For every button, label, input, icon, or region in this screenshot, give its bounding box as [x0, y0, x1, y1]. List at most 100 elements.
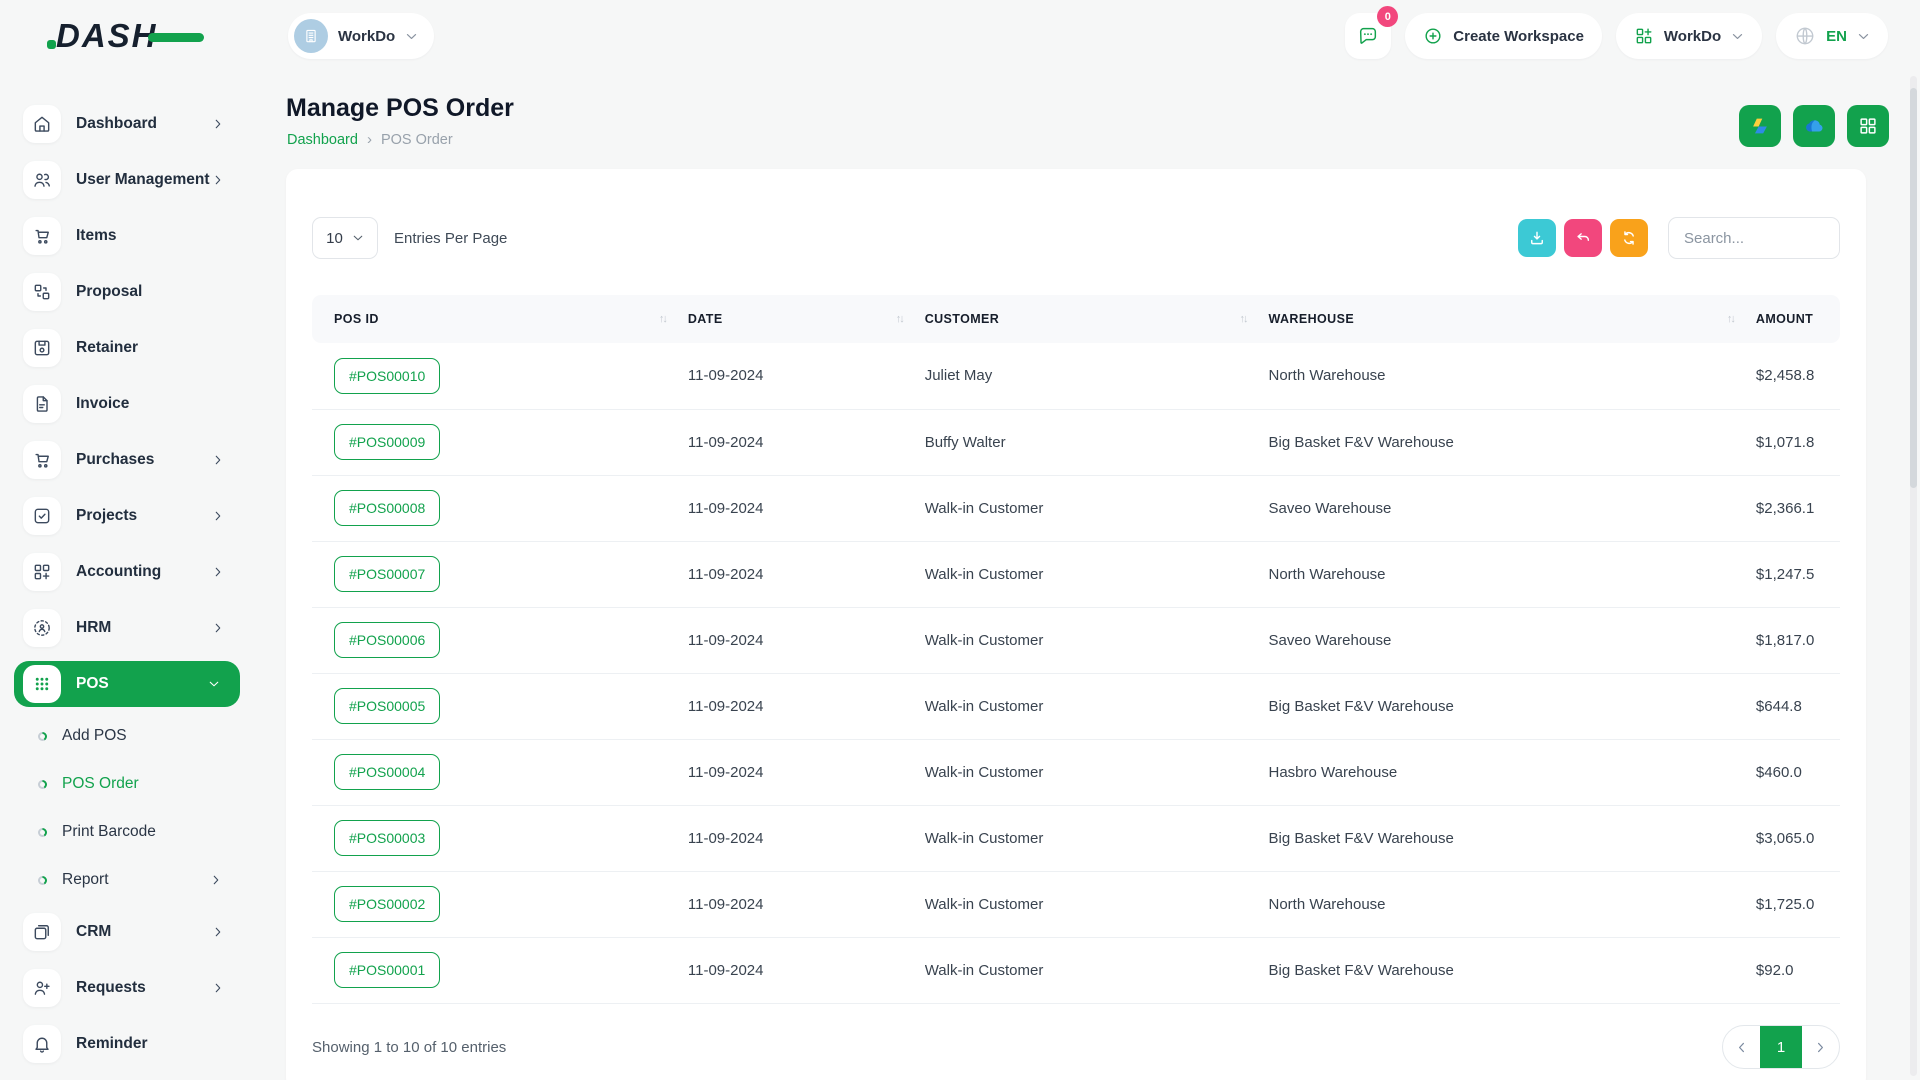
sidebar-item-invoice[interactable]: Invoice: [0, 376, 270, 432]
sidebar-item-purchases[interactable]: Purchases: [0, 432, 270, 488]
cell-warehouse: Big Basket F&V Warehouse: [1269, 805, 1756, 871]
table-row: #POS0000311-09-2024Walk-in CustomerBig B…: [312, 805, 1840, 871]
language-selector[interactable]: EN: [1776, 13, 1888, 59]
chevron-right-icon: [212, 622, 224, 634]
app-logo[interactable]: DASH: [56, 16, 226, 58]
cell-warehouse: North Warehouse: [1269, 343, 1756, 409]
sidebar-item-crm[interactable]: CRM: [0, 904, 270, 960]
chevron-right-icon: [212, 510, 224, 522]
chevron-down-icon: [208, 678, 220, 690]
sidebar-subitem-label: Add POS: [62, 727, 127, 745]
entries-control: 10 Entries Per Page: [312, 217, 507, 259]
logo-text: DASH: [56, 17, 158, 55]
create-workspace-button[interactable]: Create Workspace: [1405, 13, 1602, 59]
sidebar-item-label: Projects: [76, 507, 137, 525]
google-drive-button[interactable]: [1739, 105, 1781, 147]
sidebar-item-pos[interactable]: POS: [14, 661, 240, 707]
cell-customer: Walk-in Customer: [925, 475, 1269, 541]
sidebar-item-requests[interactable]: Requests: [0, 960, 270, 1016]
sidebar-item-proposal[interactable]: Proposal: [0, 264, 270, 320]
workspace-switcher[interactable]: WorkDo: [288, 13, 434, 59]
cell-warehouse: Saveo Warehouse: [1269, 607, 1756, 673]
download-icon: [1528, 229, 1546, 247]
building-icon: [294, 19, 328, 53]
sidebar-item-hrm[interactable]: HRM: [0, 600, 270, 656]
refresh-button[interactable]: [1610, 219, 1648, 257]
pos-id-link[interactable]: #POS00008: [334, 490, 440, 526]
workspace-name: WorkDo: [338, 28, 395, 45]
sidebar-item-label: Invoice: [76, 395, 129, 413]
sidebar-item-retainer[interactable]: Retainer: [0, 320, 270, 376]
column-header-customer[interactable]: CUSTOMER↑↓: [925, 295, 1269, 343]
table-row: #POS0000911-09-2024Buffy WalterBig Baske…: [312, 409, 1840, 475]
sidebar-item-reminder[interactable]: Reminder: [0, 1016, 270, 1072]
sidebar-subitem-pos-order[interactable]: POS Order: [0, 760, 270, 808]
pos-id-link[interactable]: #POS00006: [334, 622, 440, 658]
sidebar-subitem-print-barcode[interactable]: Print Barcode: [0, 808, 270, 856]
users-icon: [23, 161, 61, 199]
column-header-date[interactable]: DATE↑↓: [688, 295, 925, 343]
cell-customer: Juliet May: [925, 343, 1269, 409]
undo-icon: [1574, 229, 1592, 247]
table-row: #POS0000811-09-2024Walk-in CustomerSaveo…: [312, 475, 1840, 541]
sidebar-subitem-report[interactable]: Report: [0, 856, 270, 904]
scrollbar-track: [1910, 76, 1917, 1076]
sidebar-item-label: CRM: [76, 923, 111, 941]
sidebar-item-items[interactable]: Items: [0, 208, 270, 264]
bullet-icon: [38, 828, 47, 837]
sort-icon[interactable]: ↑↓: [1240, 313, 1247, 325]
pos-id-link[interactable]: #POS00003: [334, 820, 440, 856]
export-button[interactable]: [1518, 219, 1556, 257]
pos-id-link[interactable]: #POS00004: [334, 754, 440, 790]
entries-per-page-label: Entries Per Page: [394, 230, 507, 247]
cell-customer: Walk-in Customer: [925, 673, 1269, 739]
breadcrumb: Dashboard›POS Order: [287, 131, 453, 148]
pos-grid-icon: [23, 665, 61, 703]
cell-date: 11-09-2024: [688, 475, 925, 541]
sidebar-item-label: User Management: [76, 171, 210, 189]
sidebar-subitem-label: Print Barcode: [62, 823, 156, 841]
pagination: 1: [1722, 1025, 1840, 1069]
workdo-menu-button[interactable]: WorkDo: [1616, 13, 1762, 59]
bullet-icon: [38, 732, 47, 741]
column-header-pos-id[interactable]: POS ID↑↓: [312, 295, 688, 343]
sidebar-item-accounting[interactable]: Accounting: [0, 544, 270, 600]
logo-dot: [47, 40, 56, 49]
sort-icon[interactable]: ↑↓: [659, 313, 666, 325]
retainer-icon: [23, 329, 61, 367]
pagination-next-button[interactable]: [1802, 1025, 1839, 1069]
pos-id-link[interactable]: #POS00005: [334, 688, 440, 724]
sidebar-item-projects[interactable]: Projects: [0, 488, 270, 544]
onedrive-button[interactable]: [1793, 105, 1835, 147]
sort-icon[interactable]: ↑↓: [1727, 313, 1734, 325]
breadcrumb-dashboard[interactable]: Dashboard: [287, 132, 358, 148]
pos-id-link[interactable]: #POS00002: [334, 886, 440, 922]
entries-per-page-select[interactable]: 10: [312, 217, 378, 259]
messages-button[interactable]: 0: [1345, 13, 1391, 59]
cell-customer: Walk-in Customer: [925, 871, 1269, 937]
pagination-prev-button[interactable]: [1723, 1025, 1760, 1069]
pos-id-link[interactable]: #POS00001: [334, 952, 440, 988]
pos-id-link[interactable]: #POS00009: [334, 424, 440, 460]
plus-circle-icon: [1423, 26, 1443, 46]
pos-id-link[interactable]: #POS00010: [334, 358, 440, 394]
pos-id-link[interactable]: #POS00007: [334, 556, 440, 592]
sidebar-subitem-add-pos[interactable]: Add POS: [0, 712, 270, 760]
sidebar-nav: Dashboard User Management ItemsProposalRet…: [0, 96, 270, 1072]
table-toolbar: [1518, 217, 1840, 259]
breadcrumb-pos-order: POS Order: [381, 132, 453, 148]
sort-icon[interactable]: ↑↓: [896, 313, 903, 325]
table-row: #POS0000511-09-2024Walk-in CustomerBig B…: [312, 673, 1840, 739]
search-input[interactable]: [1668, 217, 1840, 259]
undo-button[interactable]: [1564, 219, 1602, 257]
column-header-warehouse[interactable]: WAREHOUSE↑↓: [1269, 295, 1756, 343]
cell-customer: Walk-in Customer: [925, 739, 1269, 805]
sidebar-item-dashboard[interactable]: Dashboard: [0, 96, 270, 152]
pagination-current-page[interactable]: 1: [1760, 1025, 1802, 1069]
sidebar-item-user-management[interactable]: User Management: [0, 152, 270, 208]
cell-amount: $644.8: [1756, 673, 1840, 739]
scrollbar-thumb[interactable]: [1910, 88, 1917, 488]
grid-view-button[interactable]: [1847, 105, 1889, 147]
page-title: Manage POS Order: [286, 94, 514, 123]
cell-customer: Walk-in Customer: [925, 937, 1269, 1003]
